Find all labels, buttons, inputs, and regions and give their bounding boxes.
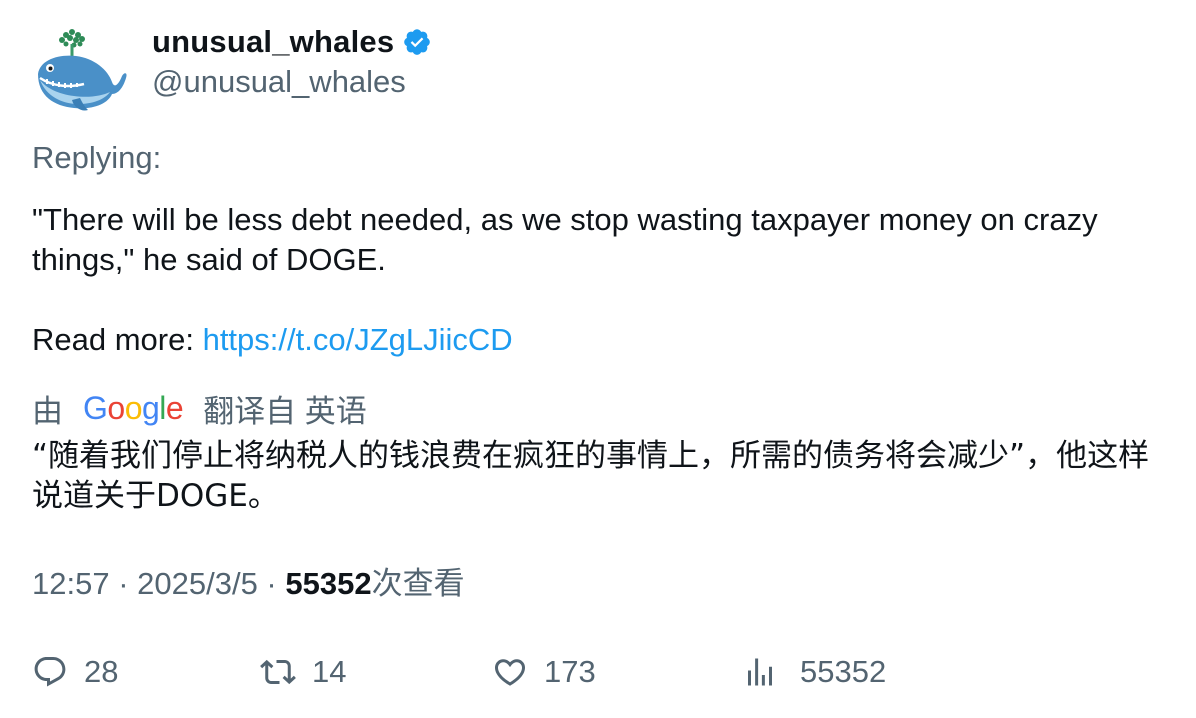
tweet-time[interactable]: 12:57 — [32, 566, 110, 601]
retweet-icon — [260, 659, 296, 685]
read-more-label: Read more: — [32, 322, 203, 357]
tweet-date[interactable]: 2025/3/5 — [137, 566, 258, 601]
like-button[interactable]: 173 — [492, 650, 596, 694]
meta-views-count: 55352 — [285, 566, 372, 601]
translation-prefix: 由 — [32, 393, 63, 429]
analytics-icon — [748, 658, 772, 686]
retweet-count: 14 — [312, 654, 347, 689]
like-count: 173 — [544, 654, 596, 689]
google-logo[interactable]: Google — [83, 390, 184, 427]
meta-views-label: 次查看 — [371, 566, 465, 601]
author-avatar[interactable] — [32, 24, 128, 114]
author-block: unusual_whales @unusual_whales — [152, 22, 432, 102]
reply-icon — [34, 657, 66, 687]
whale-avatar-icon — [38, 29, 127, 111]
author-handle[interactable]: @unusual_whales — [152, 62, 432, 102]
views-count: 55352 — [800, 654, 887, 689]
translated-text: “随着我们停止将纳税人的钱浪费在疯狂的事情上，所需的债务将会减少”，他这样说道关… — [32, 438, 1150, 514]
replying-label: Replying: — [32, 140, 162, 175]
translation-suffix: 翻译自 英语 — [203, 393, 367, 429]
tweet-link[interactable]: https://t.co/JZgLJiicCD — [203, 322, 513, 357]
tweet-read-more: Read more: https://t.co/JZgLJiicCD — [32, 320, 1172, 360]
tweet-quote: "There will be less debt needed, as we s… — [32, 202, 1098, 277]
verified-badge-icon[interactable] — [402, 27, 432, 57]
reply-count: 28 — [84, 654, 119, 689]
views-button[interactable]: 55352 — [742, 650, 886, 694]
tweet-text: "There will be less debt needed, as we s… — [32, 200, 1172, 360]
display-name-row: unusual_whales — [152, 22, 432, 62]
translation-attribution: 由 Google 翻译自 英语 — [32, 386, 367, 430]
author-display-name[interactable]: unusual_whales — [152, 24, 394, 60]
tweet-meta: 12:57 · 2025/3/5 · 55352次查看 — [32, 566, 465, 601]
heart-icon — [494, 659, 526, 686]
retweet-button[interactable]: 14 — [260, 650, 346, 694]
action-bar: 28 14 173 55352 — [32, 650, 1172, 694]
reply-button[interactable]: 28 — [32, 650, 118, 694]
